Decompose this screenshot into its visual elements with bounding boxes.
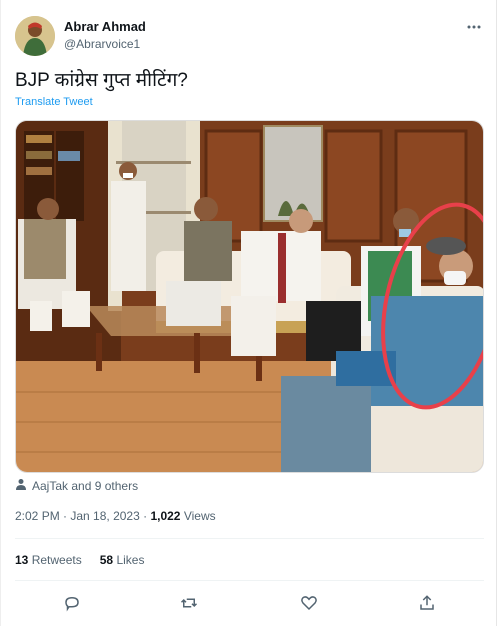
share-icon[interactable] [414,590,440,616]
separator: · [59,509,71,523]
media-tags[interactable]: AajTak and 9 others [15,478,138,493]
retweets-label: Retweets [31,553,82,567]
tweet-timestamp: 2:02 PM · Jan 18, 2023 · 1,022 Views [15,509,216,523]
translate-tweet-link[interactable]: Translate Tweet [15,96,93,108]
person-tag-icon [15,478,27,493]
tweet-stats: 13 Retweets 58 Likes [15,553,144,567]
retweet-icon[interactable] [176,590,202,616]
tweet-date[interactable]: Jan 18, 2023 [70,509,139,523]
separator: · [139,509,151,523]
likes-count: 58 [99,553,114,567]
views-label: Views [183,509,216,523]
retweets-stat[interactable]: 13 Retweets [15,553,82,567]
divider [15,538,484,539]
tweet-time[interactable]: 2:02 PM [15,509,60,523]
tweet-card: Abrar Ahmad @Abrarvoice1 BJP कांग्रेस गु… [0,0,497,626]
tweet-photo[interactable] [15,120,484,473]
author-name[interactable]: Abrar Ahmad [64,19,146,34]
heart-icon[interactable] [296,590,322,616]
views-count: 1,022 [150,509,181,523]
tweet-text: BJP कांग्रेस गुप्त मीटिंग? [15,70,188,91]
retweets-count: 13 [15,553,29,567]
likes-stat[interactable]: 58 Likes [100,553,145,567]
more-icon[interactable] [467,16,481,33]
author-handle[interactable]: @Abrarvoice1 [64,37,140,51]
reply-icon[interactable] [59,590,85,616]
media-tags-label: AajTak and 9 others [32,478,139,493]
avatar[interactable] [15,16,55,56]
tweet-actions [15,590,484,616]
likes-label: Likes [116,553,145,567]
divider [15,580,484,581]
